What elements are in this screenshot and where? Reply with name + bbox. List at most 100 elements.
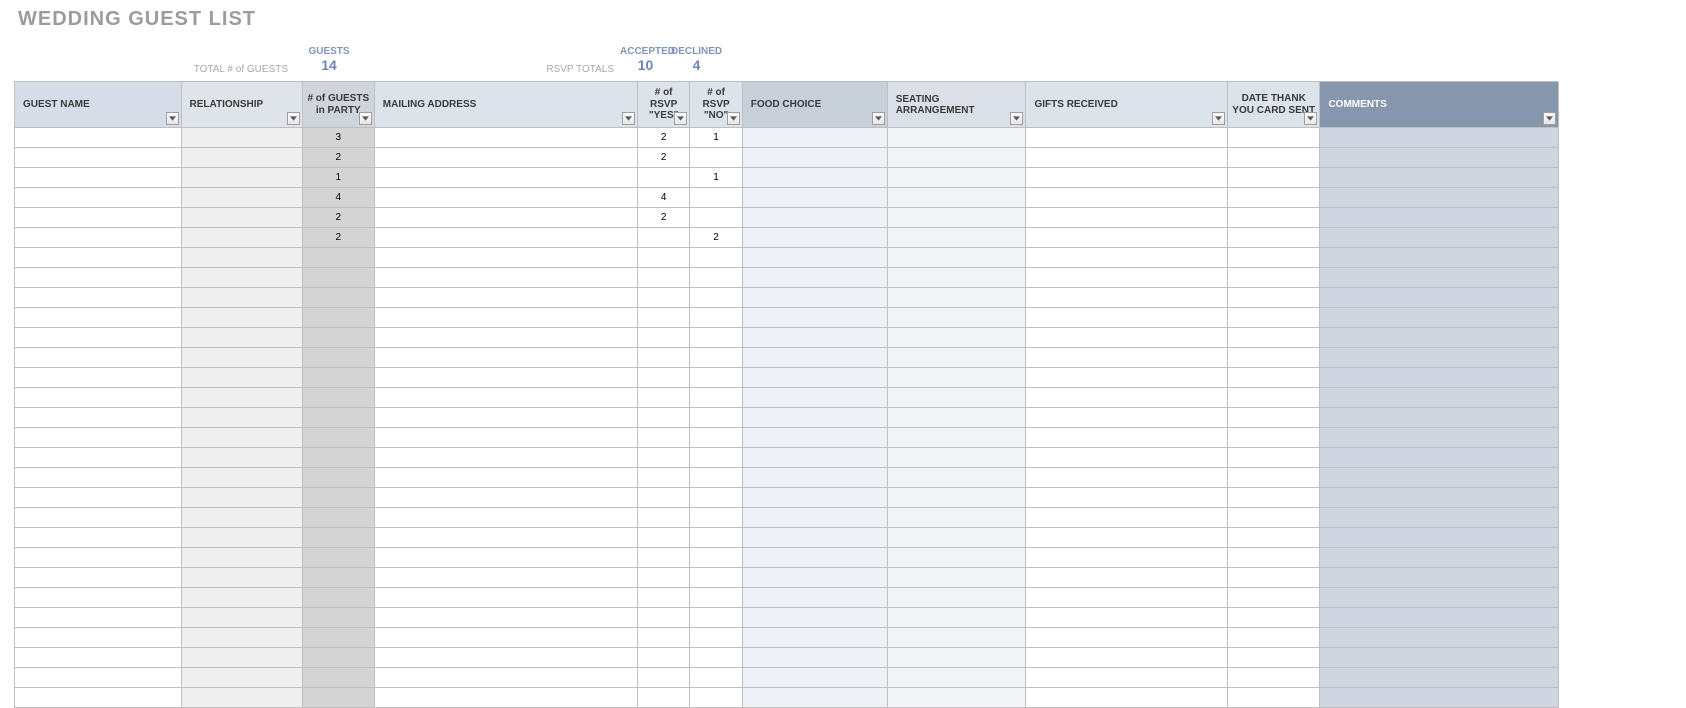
cell-food[interactable] (742, 208, 887, 228)
cell-num-party[interactable] (302, 308, 374, 328)
col-guest-name[interactable]: GUEST NAME (15, 82, 182, 128)
cell-mailing[interactable] (374, 608, 637, 628)
cell-rsvp-no[interactable] (690, 388, 742, 408)
cell-seating[interactable] (887, 248, 1026, 268)
cell-rsvp-yes[interactable] (637, 588, 689, 608)
cell-seating[interactable] (887, 488, 1026, 508)
cell-num-party[interactable] (302, 288, 374, 308)
cell-thankyou[interactable] (1227, 368, 1320, 388)
cell-food[interactable] (742, 568, 887, 588)
cell-comments[interactable] (1320, 308, 1559, 328)
cell-mailing[interactable] (374, 288, 637, 308)
cell-relationship[interactable] (181, 408, 302, 428)
cell-seating[interactable] (887, 668, 1026, 688)
cell-mailing[interactable] (374, 228, 637, 248)
cell-num-party[interactable] (302, 248, 374, 268)
cell-rsvp-no[interactable] (690, 648, 742, 668)
filter-icon[interactable] (674, 112, 687, 125)
cell-guest-name[interactable] (15, 568, 182, 588)
cell-seating[interactable] (887, 128, 1026, 148)
cell-num-party[interactable] (302, 388, 374, 408)
cell-relationship[interactable] (181, 168, 302, 188)
cell-comments[interactable] (1320, 468, 1559, 488)
cell-comments[interactable] (1320, 188, 1559, 208)
cell-mailing[interactable] (374, 508, 637, 528)
filter-icon[interactable] (359, 112, 372, 125)
cell-guest-name[interactable] (15, 408, 182, 428)
cell-seating[interactable] (887, 308, 1026, 328)
cell-guest-name[interactable] (15, 548, 182, 568)
filter-icon[interactable] (1212, 112, 1225, 125)
cell-guest-name[interactable] (15, 528, 182, 548)
cell-num-party[interactable] (302, 368, 374, 388)
cell-food[interactable] (742, 628, 887, 648)
cell-mailing[interactable] (374, 308, 637, 328)
cell-relationship[interactable] (181, 248, 302, 268)
cell-num-party[interactable] (302, 468, 374, 488)
cell-seating[interactable] (887, 288, 1026, 308)
cell-thankyou[interactable] (1227, 648, 1320, 668)
cell-seating[interactable] (887, 188, 1026, 208)
cell-num-party[interactable] (302, 588, 374, 608)
cell-gifts[interactable] (1026, 668, 1227, 688)
cell-food[interactable] (742, 668, 887, 688)
cell-thankyou[interactable] (1227, 528, 1320, 548)
cell-num-party[interactable]: 2 (302, 228, 374, 248)
cell-relationship[interactable] (181, 148, 302, 168)
cell-rsvp-yes[interactable]: 2 (637, 128, 689, 148)
cell-relationship[interactable] (181, 328, 302, 348)
cell-relationship[interactable] (181, 288, 302, 308)
cell-food[interactable] (742, 648, 887, 668)
cell-guest-name[interactable] (15, 168, 182, 188)
cell-rsvp-no[interactable]: 2 (690, 228, 742, 248)
cell-relationship[interactable] (181, 268, 302, 288)
col-thankyou[interactable]: DATE THANK YOU CARD SENT (1227, 82, 1320, 128)
cell-rsvp-yes[interactable] (637, 648, 689, 668)
cell-rsvp-no[interactable] (690, 628, 742, 648)
cell-seating[interactable] (887, 168, 1026, 188)
cell-relationship[interactable] (181, 628, 302, 648)
cell-guest-name[interactable] (15, 368, 182, 388)
cell-comments[interactable] (1320, 488, 1559, 508)
cell-guest-name[interactable] (15, 248, 182, 268)
cell-rsvp-yes[interactable] (637, 328, 689, 348)
cell-rsvp-yes[interactable] (637, 268, 689, 288)
filter-icon[interactable] (727, 112, 740, 125)
cell-thankyou[interactable] (1227, 568, 1320, 588)
cell-comments[interactable] (1320, 348, 1559, 368)
cell-rsvp-no[interactable] (690, 268, 742, 288)
cell-comments[interactable] (1320, 648, 1559, 668)
cell-mailing[interactable] (374, 468, 637, 488)
cell-thankyou[interactable] (1227, 168, 1320, 188)
cell-gifts[interactable] (1026, 428, 1227, 448)
cell-thankyou[interactable] (1227, 188, 1320, 208)
filter-icon[interactable] (166, 112, 179, 125)
cell-thankyou[interactable] (1227, 508, 1320, 528)
cell-rsvp-yes[interactable]: 2 (637, 148, 689, 168)
cell-rsvp-yes[interactable] (637, 228, 689, 248)
cell-rsvp-yes[interactable] (637, 368, 689, 388)
cell-rsvp-no[interactable] (690, 188, 742, 208)
cell-guest-name[interactable] (15, 508, 182, 528)
cell-seating[interactable] (887, 368, 1026, 388)
cell-relationship[interactable] (181, 368, 302, 388)
cell-comments[interactable] (1320, 128, 1559, 148)
cell-mailing[interactable] (374, 448, 637, 468)
cell-rsvp-yes[interactable] (637, 528, 689, 548)
cell-seating[interactable] (887, 648, 1026, 668)
cell-num-party[interactable] (302, 408, 374, 428)
cell-seating[interactable] (887, 568, 1026, 588)
cell-thankyou[interactable] (1227, 228, 1320, 248)
cell-food[interactable] (742, 488, 887, 508)
cell-guest-name[interactable] (15, 628, 182, 648)
cell-num-party[interactable]: 2 (302, 208, 374, 228)
cell-rsvp-no[interactable] (690, 468, 742, 488)
cell-relationship[interactable] (181, 508, 302, 528)
cell-food[interactable] (742, 328, 887, 348)
cell-rsvp-no[interactable] (690, 308, 742, 328)
cell-comments[interactable] (1320, 548, 1559, 568)
cell-mailing[interactable] (374, 148, 637, 168)
cell-mailing[interactable] (374, 648, 637, 668)
cell-gifts[interactable] (1026, 348, 1227, 368)
cell-food[interactable] (742, 468, 887, 488)
